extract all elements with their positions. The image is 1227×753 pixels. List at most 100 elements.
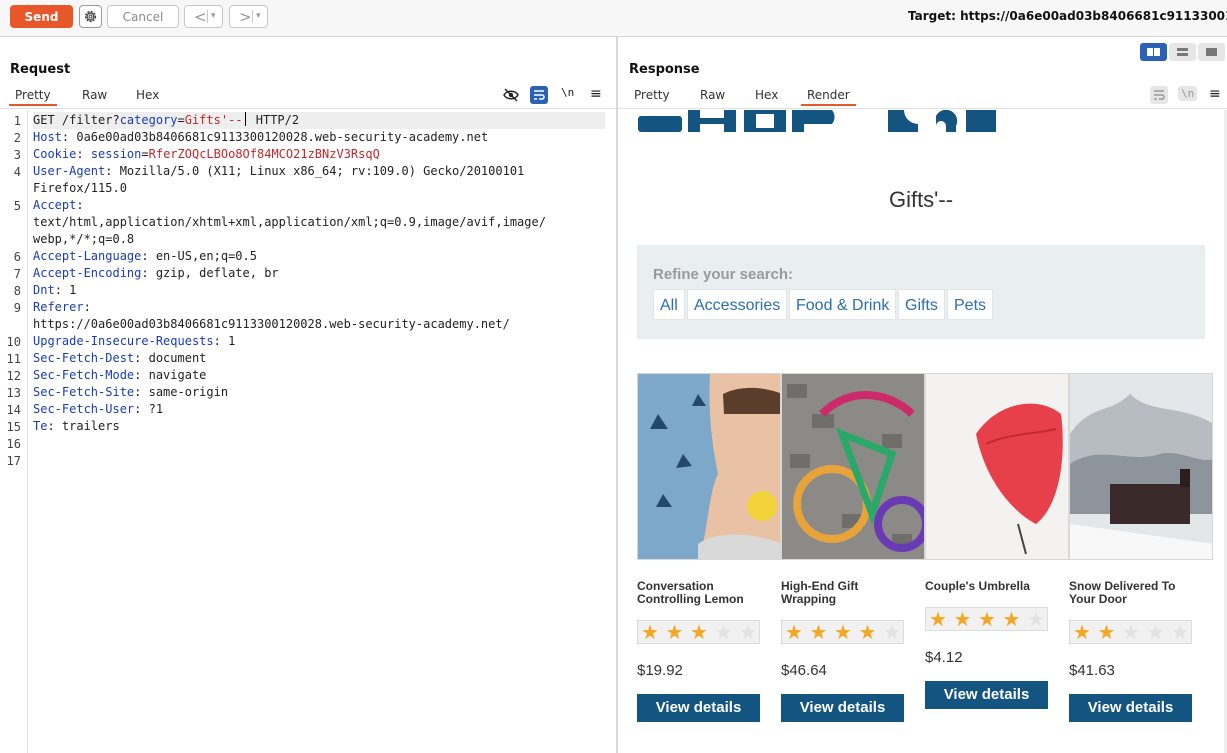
- line-number: 15: [6, 420, 21, 434]
- code-line: Dnt: 1: [33, 283, 77, 297]
- filter-link-gifts[interactable]: Gifts: [898, 289, 945, 320]
- cancel-button[interactable]: Cancel: [107, 5, 179, 28]
- line-number: 5: [13, 199, 21, 213]
- star-icon: ★: [785, 620, 803, 644]
- tab-render[interactable]: Render: [801, 88, 856, 106]
- code-line: GET /filter?category=Gifts'-- HTTP/2: [33, 112, 605, 129]
- layout-stacked-button[interactable]: [1169, 43, 1196, 61]
- view-details-button[interactable]: View details: [925, 681, 1048, 709]
- code-line: Sec-Fetch-Dest: document: [33, 351, 207, 365]
- code-line: Upgrade-Insecure-Requests: 1: [33, 334, 236, 348]
- divider: [252, 10, 253, 23]
- divider: [0, 108, 616, 109]
- code-line: User-Agent: Mozilla/5.0 (X11; Linux x86_…: [33, 164, 525, 178]
- code-line: Accept-Encoding: gzip, deflate, br: [33, 266, 279, 280]
- star-icon: ★: [1073, 620, 1091, 644]
- divider: [207, 10, 208, 23]
- tab-raw[interactable]: Raw: [82, 88, 107, 102]
- tab-raw[interactable]: Raw: [700, 88, 725, 102]
- chevron-down-icon[interactable]: ▾: [211, 11, 216, 21]
- star-icon: ★: [883, 620, 901, 644]
- shop-logo: [638, 110, 996, 132]
- star-rating: ★ ★ ★ ★ ★: [637, 620, 760, 644]
- code-line: text/html,application/xhtml+xml,applicat…: [33, 215, 546, 229]
- filter-link-accessories[interactable]: Accessories: [687, 289, 788, 320]
- filter-link-all[interactable]: All: [653, 289, 685, 320]
- product-name: High-End Gift Wrapping: [781, 579, 859, 606]
- view-details-button[interactable]: View details: [1069, 694, 1192, 722]
- product-name: Couple's Umbrella: [925, 579, 1030, 593]
- code-line: Accept-Language: en-US,en;q=0.5: [33, 249, 257, 263]
- product-image[interactable]: [637, 373, 781, 560]
- forward-button[interactable]: > ▾: [229, 5, 268, 28]
- request-editor[interactable]: GET /filter?category=Gifts'-- HTTP/2 Hos…: [33, 112, 605, 435]
- code-line: Te: trailers: [33, 419, 120, 433]
- hide-eye-icon[interactable]: [502, 86, 520, 104]
- line-number: 17: [6, 454, 21, 468]
- menu-icon[interactable]: ≡: [1209, 86, 1221, 102]
- text-cursor: [244, 112, 246, 126]
- line-number: 16: [6, 437, 21, 451]
- menu-icon[interactable]: ≡: [590, 86, 602, 102]
- code-line: Sec-Fetch-User: ?1: [33, 402, 164, 416]
- star-icon: ★: [641, 620, 659, 644]
- filter-link-pets[interactable]: Pets: [947, 289, 994, 320]
- star-icon: ★: [714, 620, 733, 644]
- line-number: 3: [13, 148, 21, 162]
- wrap-icon: [1154, 90, 1165, 100]
- chevron-left-icon: <: [194, 8, 207, 26]
- product-image[interactable]: [1069, 373, 1213, 560]
- send-button[interactable]: Send: [10, 5, 73, 28]
- view-details-button[interactable]: View details: [781, 694, 904, 722]
- wrap-icon: [534, 90, 545, 100]
- line-number-gutter: 1 2 3 4 5 6 7 8 9 10 11 12 13 14 15 16 17: [0, 110, 28, 753]
- chevron-down-icon[interactable]: ▾: [256, 11, 261, 21]
- code-line: Host: 0a6e00ad03b8406681c9113300120028.w…: [33, 130, 489, 144]
- product-image[interactable]: [781, 373, 925, 560]
- back-button[interactable]: < ▾: [184, 5, 223, 28]
- star-rating: ★ ★ ★ ★ ★: [781, 620, 904, 644]
- star-icon: ★: [1122, 620, 1140, 644]
- line-number: 2: [13, 131, 21, 145]
- tab-pretty[interactable]: Pretty: [9, 88, 57, 106]
- line-number: 10: [6, 335, 21, 349]
- layout-side-by-side-button[interactable]: [1140, 43, 1167, 61]
- star-icon: ★: [1146, 620, 1165, 644]
- code-line: Sec-Fetch-Site: same-origin: [33, 385, 229, 399]
- target-url[interactable]: Target: https://0a6e00ad03b8406681c91133…: [908, 9, 1227, 23]
- top-toolbar: Send Cancel < ▾ > ▾ Target: https://0a6e…: [0, 0, 1227, 37]
- code-line: webp,*/*;q=0.8: [33, 232, 135, 246]
- product-price: $41.63: [1069, 662, 1115, 679]
- product-name: Snow Delivered To Your Door: [1069, 579, 1176, 606]
- newline-toggle[interactable]: \n: [1178, 86, 1198, 101]
- star-icon: ★: [834, 620, 852, 644]
- layout-tabs-button[interactable]: [1198, 43, 1225, 61]
- layout-toggle: [1140, 43, 1225, 61]
- product-name: Conversation Controlling Lemon: [637, 579, 744, 606]
- tab-hex[interactable]: Hex: [136, 88, 159, 102]
- star-icon: ★: [978, 607, 996, 631]
- refine-label: Refine your search:: [653, 266, 794, 283]
- tab-hex[interactable]: Hex: [755, 88, 778, 102]
- star-icon: ★: [1027, 607, 1045, 631]
- line-number: 14: [6, 403, 21, 417]
- line-number: 12: [6, 369, 21, 383]
- response-title: Response: [629, 62, 700, 77]
- product-price: $19.92: [637, 662, 683, 679]
- code-line: https://0a6e00ad03b8406681c9113300120028…: [33, 317, 510, 331]
- line-number: 8: [13, 284, 21, 298]
- tab-pretty[interactable]: Pretty: [634, 88, 670, 102]
- newline-toggle[interactable]: \n: [561, 86, 574, 99]
- category-heading: Gifts'--: [888, 187, 954, 212]
- line-number: 4: [13, 165, 21, 179]
- product-image[interactable]: [925, 373, 1069, 560]
- settings-button[interactable]: [79, 5, 102, 28]
- divider: [618, 108, 1227, 109]
- line-number: 1: [13, 114, 21, 128]
- code-line: Referer:: [33, 300, 91, 314]
- filter-link-food-drink[interactable]: Food & Drink: [789, 289, 897, 320]
- word-wrap-button[interactable]: [1150, 86, 1168, 104]
- word-wrap-button[interactable]: [530, 86, 548, 104]
- line-number: 6: [13, 250, 21, 264]
- view-details-button[interactable]: View details: [637, 694, 760, 722]
